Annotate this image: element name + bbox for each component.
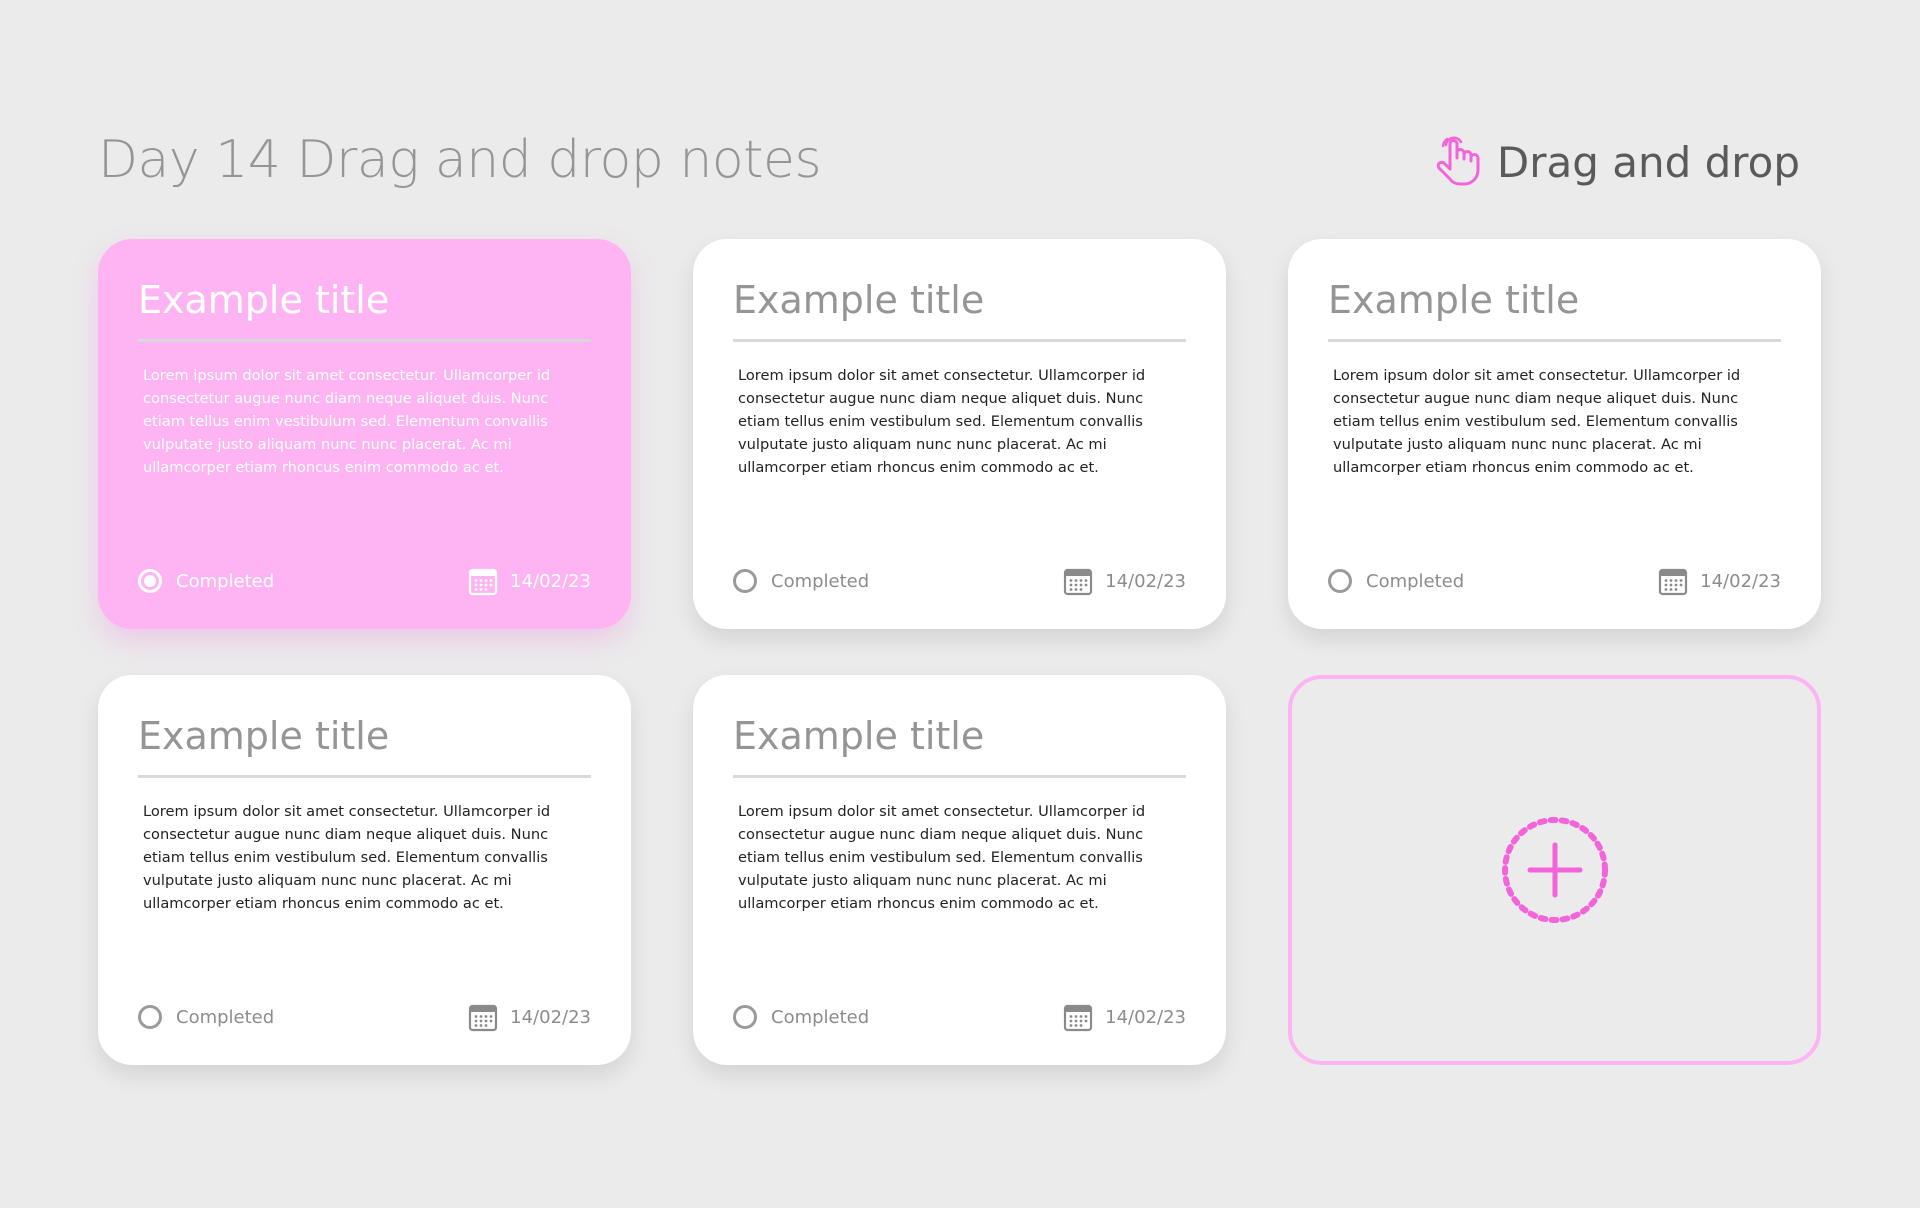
note-footer: Completed 14/02/23 xyxy=(138,1001,591,1033)
add-circle-icon[interactable] xyxy=(1500,815,1610,925)
date-label: 14/02/23 xyxy=(1105,1006,1186,1028)
calendar-icon xyxy=(469,568,498,596)
completed-toggle[interactable]: Completed xyxy=(138,569,274,593)
completed-label: Completed xyxy=(1366,570,1465,592)
completed-toggle[interactable]: Completed xyxy=(1328,569,1464,593)
completed-radio[interactable] xyxy=(733,1005,757,1029)
date-label: 14/02/23 xyxy=(1105,570,1186,592)
note-body: Lorem ipsum dolor sit amet consectetur. … xyxy=(738,367,1146,476)
note-date: 14/02/23 xyxy=(1063,566,1186,596)
completed-label: Completed xyxy=(771,1006,870,1028)
note-card[interactable]: Example title Lorem ipsum dolor sit amet… xyxy=(98,675,631,1065)
note-card[interactable]: Example title Lorem ipsum dolor sit amet… xyxy=(693,675,1226,1065)
page: Day 14 Drag and drop notes Drag and drop… xyxy=(0,0,1920,1208)
note-divider xyxy=(1328,339,1781,342)
completed-toggle[interactable]: Completed xyxy=(733,1005,869,1029)
note-title: Example title xyxy=(1328,278,1580,322)
pointer-hand-icon xyxy=(1436,136,1480,186)
note-body: Lorem ipsum dolor sit amet consectetur. … xyxy=(143,367,551,476)
note-footer: Completed 14/02/23 xyxy=(733,1001,1186,1033)
calendar-icon xyxy=(1064,568,1093,596)
completed-radio[interactable] xyxy=(1328,569,1352,593)
completed-label: Completed xyxy=(771,570,870,592)
note-card[interactable]: Example title Lorem ipsum dolor sit amet… xyxy=(98,239,631,629)
completed-toggle[interactable]: Completed xyxy=(733,569,869,593)
completed-label: Completed xyxy=(176,570,275,592)
note-divider xyxy=(138,339,591,342)
completed-radio[interactable] xyxy=(138,569,162,593)
note-body: Lorem ipsum dolor sit amet consectetur. … xyxy=(143,803,551,912)
completed-label: Completed xyxy=(176,1006,275,1028)
note-title: Example title xyxy=(733,714,985,758)
completed-toggle[interactable]: Completed xyxy=(138,1005,274,1029)
calendar-icon xyxy=(1659,568,1688,596)
completed-radio[interactable] xyxy=(733,569,757,593)
drag-and-drop-label: Drag and drop xyxy=(1496,137,1800,187)
note-body: Lorem ipsum dolor sit amet consectetur. … xyxy=(738,803,1146,912)
note-divider xyxy=(138,775,591,778)
page-title: Day 14 Drag and drop notes xyxy=(98,130,822,190)
note-footer: Completed 14/02/23 xyxy=(1328,565,1781,597)
note-date: 14/02/23 xyxy=(1063,1002,1186,1032)
note-card[interactable]: Example title Lorem ipsum dolor sit amet… xyxy=(693,239,1226,629)
note-title: Example title xyxy=(138,278,390,322)
note-divider xyxy=(733,775,1186,778)
calendar-icon xyxy=(469,1004,498,1032)
add-note-dropzone[interactable] xyxy=(1288,675,1821,1065)
note-footer: Completed 14/02/23 xyxy=(138,565,591,597)
note-title: Example title xyxy=(138,714,390,758)
date-label: 14/02/23 xyxy=(510,570,591,592)
note-card[interactable]: Example title Lorem ipsum dolor sit amet… xyxy=(1288,239,1821,629)
note-date: 14/02/23 xyxy=(1658,566,1781,596)
date-label: 14/02/23 xyxy=(1700,570,1781,592)
note-title: Example title xyxy=(733,278,985,322)
notes-grid: Example title Lorem ipsum dolor sit amet… xyxy=(98,239,1821,1065)
note-date: 14/02/23 xyxy=(468,1002,591,1032)
note-date: 14/02/23 xyxy=(468,566,591,596)
note-divider xyxy=(733,339,1186,342)
completed-radio[interactable] xyxy=(138,1005,162,1029)
note-body: Lorem ipsum dolor sit amet consectetur. … xyxy=(1333,367,1741,476)
note-footer: Completed 14/02/23 xyxy=(733,565,1186,597)
drag-and-drop-hint: Drag and drop xyxy=(1435,136,1800,188)
calendar-icon xyxy=(1064,1004,1093,1032)
date-label: 14/02/23 xyxy=(510,1006,591,1028)
